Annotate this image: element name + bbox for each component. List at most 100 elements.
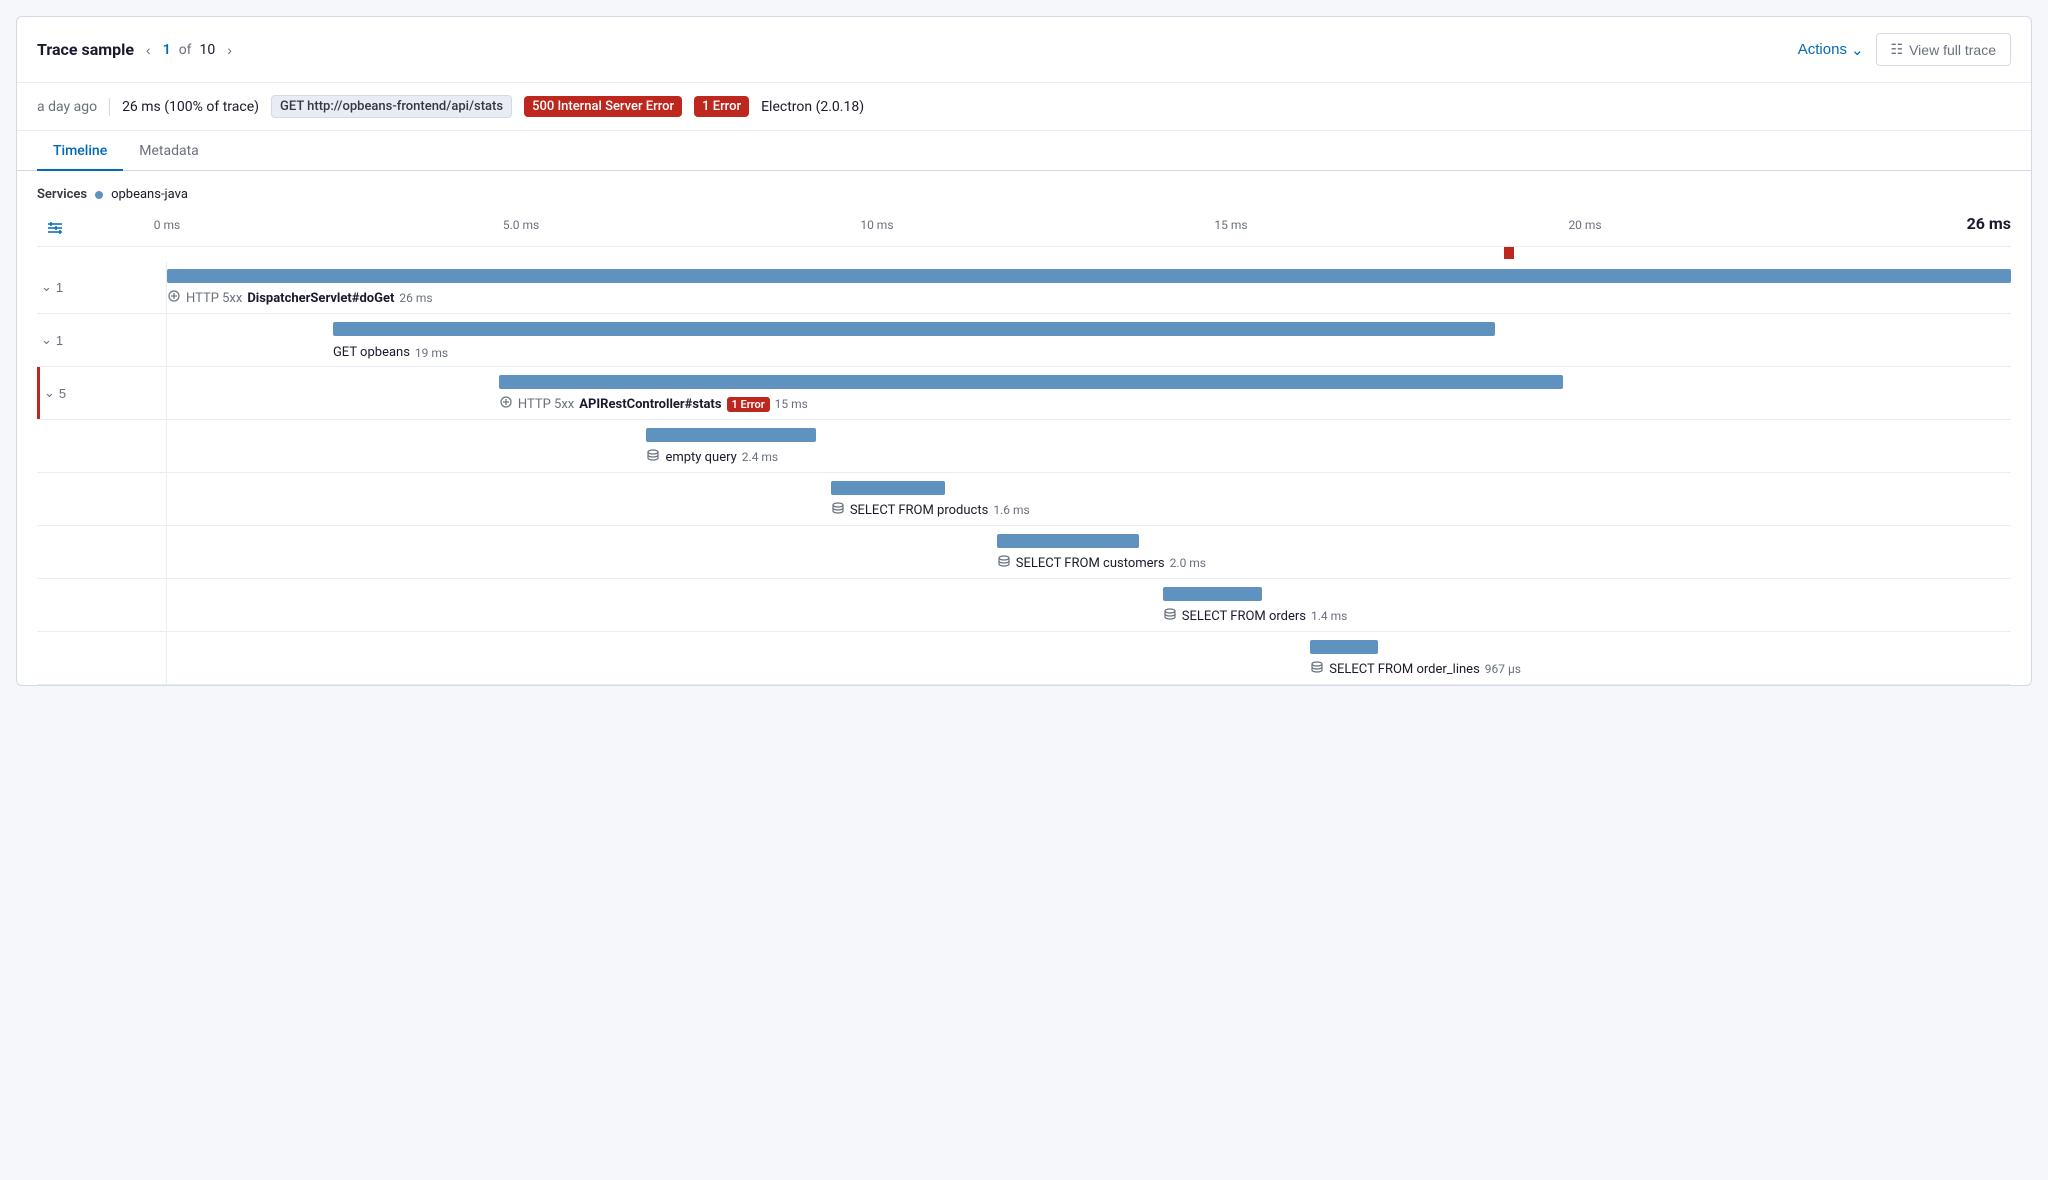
span-bar-5	[831, 481, 945, 495]
span-bar-area-1: HTTP 5xx DispatcherServlet#doGet 26 ms	[167, 261, 2011, 313]
span-dur-5: 1.6 ms	[993, 503, 1029, 517]
span-label-8	[37, 632, 167, 684]
total-pages: 10	[200, 42, 216, 58]
next-button[interactable]: ›	[223, 40, 236, 60]
span-dur-7: 1.4 ms	[1311, 609, 1347, 623]
span-info-7: SELECT FROM orders 1.4 ms	[1163, 607, 1348, 625]
span-bar-area-7: SELECT FROM orders 1.4 ms	[167, 579, 2011, 631]
tab-timeline[interactable]: Timeline	[37, 131, 123, 171]
service-name: Electron (2.0.18)	[761, 99, 864, 115]
span-info-4: empty query 2.4 ms	[646, 448, 778, 466]
doc-icon: ☷	[1891, 41, 1904, 58]
error-count-badge: 1 Error	[694, 96, 749, 117]
span-type-3: HTTP 5xx	[518, 397, 574, 412]
span-bar-area-5: SELECT FROM products 1.6 ms	[167, 473, 2011, 525]
separator	[109, 98, 110, 116]
span-label-1: ⌄ 1	[37, 261, 167, 313]
services-label: Services	[37, 187, 87, 202]
db-icon-8	[1310, 660, 1324, 678]
expand-1[interactable]: ⌄ 1	[41, 279, 63, 295]
expand-2[interactable]: ⌄ 1	[41, 332, 63, 348]
service-name-label: opbeans-java	[111, 187, 188, 202]
span-bar-area-8: SELECT FROM order_lines 967 µs	[167, 632, 2011, 684]
db-icon-5	[831, 501, 845, 519]
span-type-7: SELECT FROM orders	[1182, 609, 1306, 624]
span-row-7: SELECT FROM orders 1.4 ms	[37, 579, 2011, 632]
prev-button[interactable]: ‹	[142, 40, 155, 60]
status-badge: 500 Internal Server Error	[524, 96, 682, 117]
services-row: Services opbeans-java	[37, 187, 2011, 202]
span-bar-1	[167, 269, 2011, 283]
span-type-1: HTTP 5xx	[186, 291, 242, 306]
span-info-6: SELECT FROM customers 2.0 ms	[997, 554, 1206, 572]
span-name-3: APIRestController#stats	[579, 397, 721, 412]
filter-area	[37, 214, 167, 242]
url-badge: GET http://opbeans-frontend/api/stats	[271, 95, 512, 118]
tick-3: 15 ms	[1214, 218, 1247, 232]
span-dur-6: 2.0 ms	[1170, 556, 1206, 570]
tick-last: 26 ms	[1967, 214, 2011, 233]
transaction-icon-3	[499, 395, 513, 413]
actions-button[interactable]: Actions ⌄	[1798, 41, 1864, 59]
time-ago: a day ago	[37, 99, 97, 115]
span-dur-3: 15 ms	[775, 397, 808, 411]
of-label: of	[179, 42, 192, 58]
span-row-4: empty query 2.4 ms	[37, 420, 2011, 473]
db-icon-6	[997, 554, 1011, 572]
span-bar-7	[1163, 587, 1263, 601]
timeline-wrapper: 0 ms 5.0 ms 10 ms 15 ms 20 ms 26 ms	[37, 214, 2011, 685]
span-type-8: SELECT FROM order_lines	[1329, 662, 1480, 677]
view-full-trace-button[interactable]: ☷ View full trace	[1876, 33, 2011, 66]
span-info-3: HTTP 5xx APIRestController#stats 1 Error…	[499, 395, 808, 413]
span-label-6	[37, 526, 167, 578]
span-row-8: SELECT FROM order_lines 967 µs	[37, 632, 2011, 685]
tick-4: 20 ms	[1568, 218, 1601, 232]
span-name-1: DispatcherServlet#doGet	[247, 291, 394, 306]
service-dot	[95, 191, 103, 199]
span-label-2: ⌄ 1	[37, 314, 167, 366]
tab-bar: Timeline Metadata	[17, 131, 2031, 171]
transaction-icon-1	[167, 289, 181, 307]
header-left: Trace sample ‹ 1 of 10 ›	[37, 40, 236, 60]
span-type-4: empty query	[665, 450, 736, 465]
span-bar-6	[997, 534, 1139, 548]
span-row-2: ⌄ 1 GET opbeans 19 ms	[37, 314, 2011, 367]
span-dur-1: 26 ms	[399, 291, 432, 305]
span-dur-8: 967 µs	[1485, 662, 1521, 676]
span-bar-8	[1310, 640, 1378, 654]
tab-metadata[interactable]: Metadata	[123, 131, 215, 171]
meta-row: a day ago 26 ms (100% of trace) GET http…	[17, 83, 2031, 131]
tick-1: 5.0 ms	[503, 218, 539, 232]
span-error-3: 1 Error	[727, 397, 770, 412]
span-bar-4	[646, 428, 816, 442]
span-info-8: SELECT FROM order_lines 967 µs	[1310, 660, 1521, 678]
span-bar-area-3: HTTP 5xx APIRestController#stats 1 Error…	[167, 367, 2011, 419]
span-row-5: SELECT FROM products 1.6 ms	[37, 473, 2011, 526]
span-bar-2	[333, 322, 1495, 336]
span-row-1: ⌄ 1 HTTP 5xx DispatcherServlet#doGet 26 …	[37, 261, 2011, 314]
span-bar-area-2: GET opbeans 19 ms	[167, 314, 2011, 366]
span-info-2: GET opbeans 19 ms	[333, 345, 448, 360]
timeline-header: 0 ms 5.0 ms 10 ms 15 ms 20 ms 26 ms	[37, 214, 2011, 247]
span-bar-area-6: SELECT FROM customers 2.0 ms	[167, 526, 2011, 578]
span-label-5	[37, 473, 167, 525]
timeline-ticks: 0 ms 5.0 ms 10 ms 15 ms 20 ms 26 ms	[167, 214, 2011, 242]
timeline-section: Services opbeans-java	[17, 171, 2031, 685]
db-icon-4	[646, 448, 660, 466]
error-marker-row	[37, 247, 2011, 261]
span-info-5: SELECT FROM products 1.6 ms	[831, 501, 1030, 519]
header-right: Actions ⌄ ☷ View full trace	[1798, 33, 2011, 66]
span-bar-3	[499, 375, 1563, 389]
span-label-7	[37, 579, 167, 631]
span-bar-area-4: empty query 2.4 ms	[167, 420, 2011, 472]
filter-icon[interactable]	[41, 214, 69, 242]
span-dur-2: 19 ms	[415, 346, 448, 360]
expand-3[interactable]: ⌄ 5	[44, 385, 66, 401]
span-row-6: SELECT FROM customers 2.0 ms	[37, 526, 2011, 579]
span-row-3: ⌄ 5 HTTP 5xx APIRestController#stats 1 E…	[37, 367, 2011, 420]
span-label-3: ⌄ 5	[37, 367, 167, 419]
error-marker	[1504, 247, 1514, 259]
span-info-1: HTTP 5xx DispatcherServlet#doGet 26 ms	[167, 289, 433, 307]
span-label-4	[37, 420, 167, 472]
tick-0: 0 ms	[154, 218, 180, 232]
